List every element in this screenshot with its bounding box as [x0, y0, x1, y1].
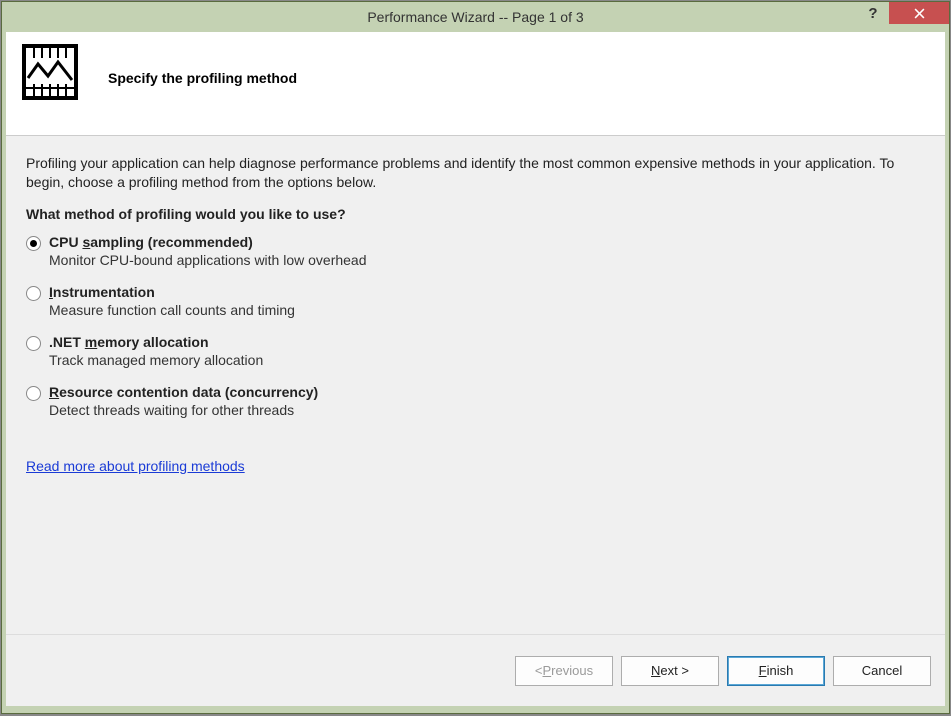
option-resource-contention[interactable]: Resource contention data (concurrency) D… [26, 384, 925, 418]
option-label: Instrumentation [49, 284, 295, 300]
cancel-button[interactable]: Cancel [833, 656, 931, 686]
header-title: Specify the profiling method [108, 70, 297, 86]
wizard-header: Specify the profiling method [6, 32, 945, 136]
option-label: .NET memory allocation [49, 334, 263, 350]
radio-net-memory[interactable] [26, 336, 41, 351]
option-label: Resource contention data (concurrency) [49, 384, 318, 400]
option-desc: Monitor CPU-bound applications with low … [49, 252, 367, 268]
option-desc: Detect threads waiting for other threads [49, 402, 318, 418]
wizard-window: Performance Wizard -- Page 1 of 3 ? [1, 1, 950, 714]
wizard-footer: < Previous Next > Finish Cancel [6, 634, 945, 706]
read-more-link[interactable]: Read more about profiling methods [26, 458, 245, 474]
option-desc: Track managed memory allocation [49, 352, 263, 368]
question-text: What method of profiling would you like … [26, 206, 925, 222]
radio-cpu-sampling[interactable] [26, 236, 41, 251]
titlebar: Performance Wizard -- Page 1 of 3 ? [2, 2, 949, 32]
option-net-memory[interactable]: .NET memory allocation Track managed mem… [26, 334, 925, 368]
finish-button[interactable]: Finish [727, 656, 825, 686]
option-desc: Measure function call counts and timing [49, 302, 295, 318]
help-button[interactable]: ? [857, 2, 889, 24]
option-label: CPU sampling (recommended) [49, 234, 367, 250]
close-icon [914, 8, 925, 19]
radio-instrumentation[interactable] [26, 286, 41, 301]
window-title: Performance Wizard -- Page 1 of 3 [2, 9, 949, 25]
titlebar-controls: ? [857, 2, 949, 24]
wizard-content: Profiling your application can help diag… [6, 136, 945, 634]
radio-resource-contention[interactable] [26, 386, 41, 401]
option-cpu-sampling[interactable]: CPU sampling (recommended) Monitor CPU-b… [26, 234, 925, 268]
previous-button: < Previous [515, 656, 613, 686]
option-instrumentation[interactable]: Instrumentation Measure function call co… [26, 284, 925, 318]
next-button[interactable]: Next > [621, 656, 719, 686]
intro-text: Profiling your application can help diag… [26, 154, 925, 192]
profiling-icon [22, 44, 78, 100]
close-button[interactable] [889, 2, 949, 24]
